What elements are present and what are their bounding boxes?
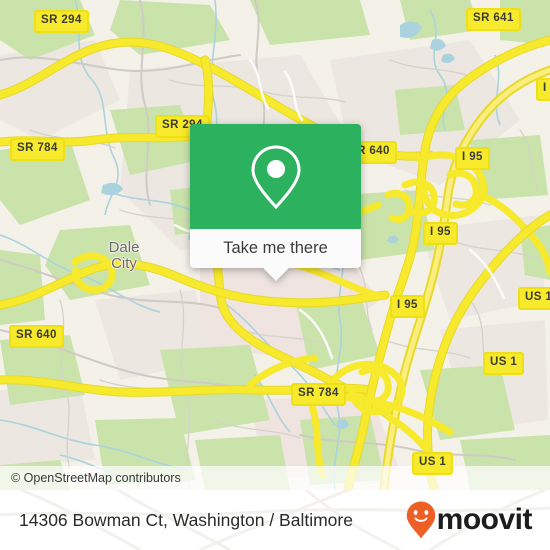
road-shield-us-1-right: US 1 (518, 287, 550, 310)
callout-tail (262, 268, 289, 281)
address-label: 14306 Bowman Ct, Washington / Baltimore (19, 509, 353, 530)
callout-pin-panel (190, 124, 361, 229)
moovit-pin-smiley-icon (406, 501, 435, 539)
place-label-dale-city: Dale City (108, 239, 140, 272)
take-me-there-label: Take me there (223, 239, 328, 257)
road-shield-i-95-mid: I 95 (423, 222, 458, 245)
road-shield-us-1-bottom: US 1 (412, 452, 454, 475)
take-me-there-button[interactable]: Take me there (190, 229, 361, 281)
moovit-logo[interactable]: moovit (406, 501, 533, 539)
road-shield-i-95-upper: I 95 (455, 147, 490, 170)
map-screenshot: .grn { fill:#c9e3ab; } .grn2 { fill:#d7e… (0, 0, 550, 550)
map-attribution[interactable]: © OpenStreetMap contributors (0, 466, 550, 490)
road-shield-sr-294-top: SR 294 (34, 10, 89, 33)
road-shield-sr-641: SR 641 (466, 8, 521, 31)
road-shield-sr-784-bottom: SR 784 (291, 383, 346, 406)
road-shield-us-1-mid: US 1 (483, 352, 525, 375)
road-shield-sr-640-left: SR 640 (9, 325, 64, 348)
road-shield-sr-784-left: SR 784 (10, 138, 65, 161)
footer-bar: 14306 Bowman Ct, Washington / Baltimore … (0, 490, 550, 550)
map-canvas[interactable]: .grn { fill:#c9e3ab; } .grn2 { fill:#d7e… (0, 0, 550, 490)
footer-content: 14306 Bowman Ct, Washington / Baltimore … (0, 490, 550, 550)
road-shield-i-95-lower: I 95 (390, 295, 425, 318)
road-shield-i-95-topright: I 95 (536, 78, 550, 101)
moovit-wordmark: moovit (436, 503, 533, 536)
location-callout[interactable]: Take me there (190, 124, 361, 281)
map-pin-icon (250, 144, 301, 209)
